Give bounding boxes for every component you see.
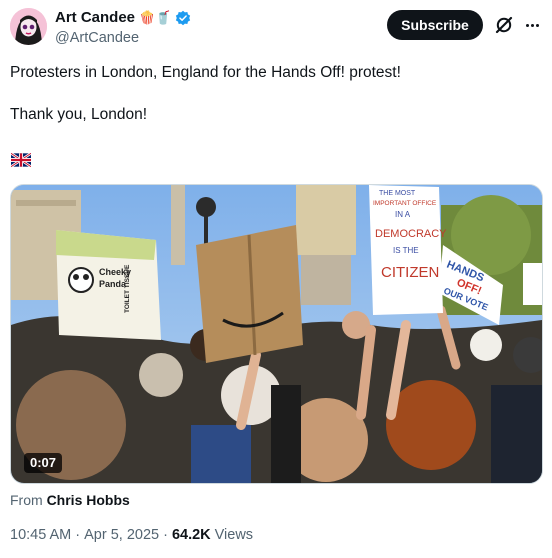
- tweet-text-line: Thank you, London!: [10, 106, 148, 123]
- name-emoji-badges: 🍿🥤: [139, 10, 172, 25]
- democracy-sign-line: IMPORTANT OFFICE: [373, 200, 437, 207]
- subscribe-button[interactable]: Subscribe: [387, 10, 483, 40]
- source-prefix: From: [10, 492, 43, 508]
- panda-toilet-tissue-sign: Cheeky Panda TOILET TISSUE: [56, 230, 161, 340]
- video-source-attribution: From Chris Hobbs: [10, 492, 130, 508]
- democracy-citizen-sign: THE MOST IMPORTANT OFFICE IN A DEMOCRACY…: [369, 185, 447, 315]
- post-meta: 10:45 AM · Apr 5, 2025 · 64.2K Views: [10, 527, 253, 543]
- more-options-icon[interactable]: [522, 15, 542, 35]
- meta-separator: ·: [163, 527, 168, 543]
- display-name[interactable]: Art Candee: [55, 9, 135, 26]
- democracy-sign-line: IS THE: [393, 246, 419, 255]
- cardboard-box-sign: [196, 225, 303, 363]
- views-count: 64.2K: [171, 527, 211, 543]
- tweet-text: Protesters in London, England for the Ha…: [10, 62, 540, 125]
- democracy-sign-line: DEMOCRACY: [375, 228, 447, 240]
- tweet-card: Art Candee 🍿🥤 @ArtCandee Subscribe Prote…: [0, 0, 552, 558]
- panda-sign-line: TOILET TISSUE: [124, 264, 131, 313]
- user-handle[interactable]: @ArtCandee: [55, 30, 139, 46]
- verified-badge-icon[interactable]: [175, 10, 191, 26]
- uk-flag-emoji: [10, 152, 32, 168]
- source-name-link[interactable]: Chris Hobbs: [47, 492, 130, 508]
- author-name-row: Art Candee 🍿🥤: [55, 9, 191, 26]
- democracy-sign-line: IN A: [395, 210, 411, 219]
- panda-sign-line: Panda: [99, 279, 127, 289]
- post-time[interactable]: 10:45 AM: [10, 527, 71, 543]
- video-duration-badge: 0:07: [24, 453, 63, 473]
- video-frame: Cheeky Panda TOILET TISSUE THE MOST IMPO…: [11, 185, 542, 483]
- tweet-text-line: Protesters in London, England for the Ha…: [10, 64, 401, 81]
- views-label: Views: [214, 527, 254, 543]
- grok-icon[interactable]: [494, 15, 514, 35]
- democracy-sign-line: CITIZEN: [381, 264, 439, 281]
- meta-separator: ·: [75, 527, 81, 543]
- video-player[interactable]: Cheeky Panda TOILET TISSUE THE MOST IMPO…: [10, 184, 543, 484]
- post-date[interactable]: Apr 5, 2025: [84, 527, 159, 543]
- avatar[interactable]: [10, 8, 47, 45]
- democracy-sign-line: THE MOST: [379, 190, 416, 197]
